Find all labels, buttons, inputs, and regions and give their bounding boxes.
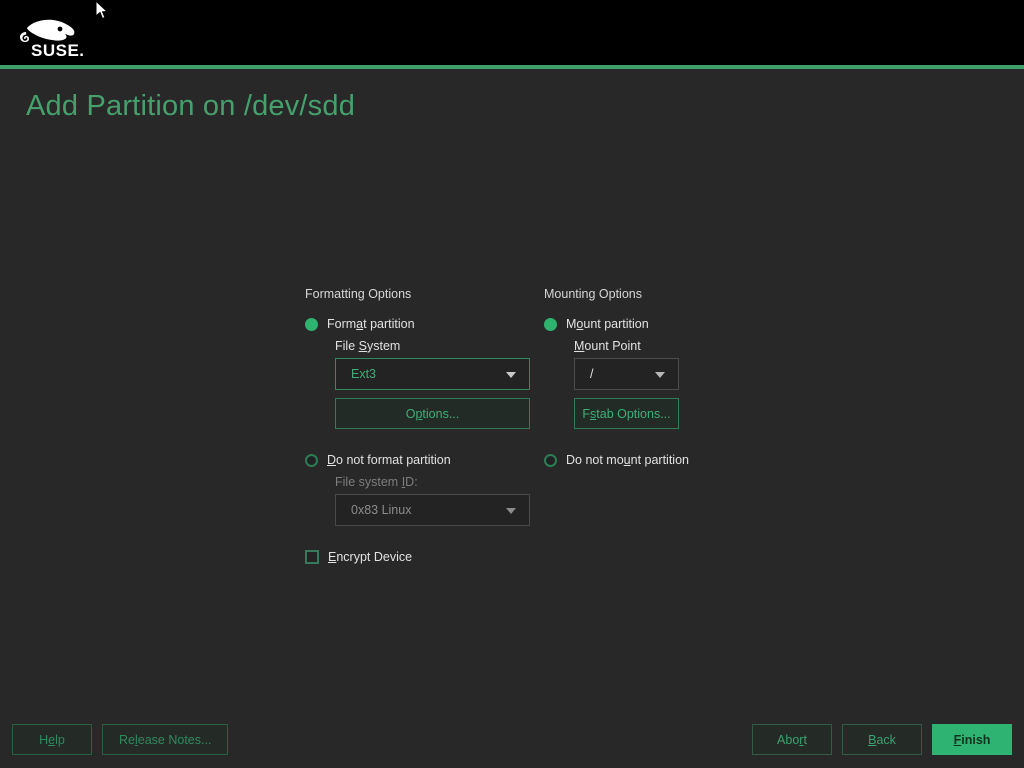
fstab-options-button-label: Fstab Options... — [582, 406, 671, 421]
radio-do-not-mount-label: Do not mount partition — [566, 453, 689, 467]
file-system-id-label: File system ID: — [335, 475, 418, 489]
radio-mount-partition-label: Mount partition — [566, 317, 649, 331]
checkbox-encrypt-device[interactable]: Encrypt Device — [305, 550, 530, 564]
main-form: Formatting Options Format partition File… — [0, 0, 1024, 768]
radio-format-partition-label: Format partition — [327, 317, 415, 331]
back-button-label: Back — [868, 732, 896, 747]
radio-format-partition-indicator — [305, 317, 318, 331]
radio-mount-partition[interactable]: Mount partition — [544, 315, 769, 333]
radio-do-not-mount-indicator — [544, 453, 557, 467]
checkbox-encrypt-device-label: Encrypt Device — [328, 550, 413, 564]
abort-button[interactable]: Abort — [752, 724, 832, 755]
file-system-dropdown[interactable]: Ext3 — [335, 358, 530, 390]
mounting-options-heading: Mounting Options — [544, 287, 642, 301]
footer-right-buttons: Abort Back Finish — [752, 724, 1012, 755]
radio-do-not-format-partition[interactable]: Do not format partition — [305, 451, 530, 469]
format-partition-details: File System Ext3 Options... — [335, 339, 530, 429]
chevron-down-icon — [506, 372, 516, 378]
mounting-options-group: Mounting Options Mount partition Mount P… — [544, 287, 769, 475]
mount-point-label: Mount Point — [574, 339, 641, 353]
finish-button[interactable]: Finish — [932, 724, 1012, 755]
do-not-format-details: File system ID: 0x83 Linux — [335, 475, 530, 526]
footer-left-buttons: Help Release Notes... — [12, 724, 229, 755]
radio-format-partition[interactable]: Format partition — [305, 315, 530, 333]
fstab-options-button[interactable]: Fstab Options... — [574, 398, 679, 429]
mount-point-value: / — [590, 367, 594, 381]
mount-partition-details: Mount Point / Fstab Options... — [574, 339, 769, 429]
release-notes-button-label: Release Notes... — [119, 732, 212, 747]
release-notes-button[interactable]: Release Notes... — [102, 724, 229, 755]
radio-do-not-format-indicator — [305, 453, 318, 467]
back-button[interactable]: Back — [842, 724, 922, 755]
radio-do-not-mount-partition[interactable]: Do not mount partition — [544, 451, 769, 469]
options-button[interactable]: Options... — [335, 398, 530, 429]
help-button[interactable]: Help — [12, 724, 92, 755]
finish-button-label: Finish — [953, 732, 991, 747]
help-button-label: Help — [39, 732, 65, 747]
radio-do-not-format-label: Do not format partition — [327, 453, 451, 467]
file-system-value: Ext3 — [351, 367, 377, 381]
checkbox-encrypt-device-indicator — [305, 550, 319, 564]
chevron-down-icon — [655, 372, 665, 378]
mount-point-dropdown[interactable]: / — [574, 358, 679, 390]
file-system-label: File System — [335, 339, 401, 353]
formatting-options-group: Formatting Options Format partition File… — [305, 287, 530, 564]
chevron-down-icon — [506, 508, 516, 514]
file-system-id-dropdown[interactable]: 0x83 Linux — [335, 494, 530, 526]
file-system-id-value: 0x83 Linux — [351, 503, 412, 517]
formatting-options-heading: Formatting Options — [305, 287, 412, 301]
radio-mount-partition-indicator — [544, 317, 557, 331]
options-button-label: Options... — [405, 406, 460, 421]
abort-button-label: Abort — [777, 732, 807, 747]
